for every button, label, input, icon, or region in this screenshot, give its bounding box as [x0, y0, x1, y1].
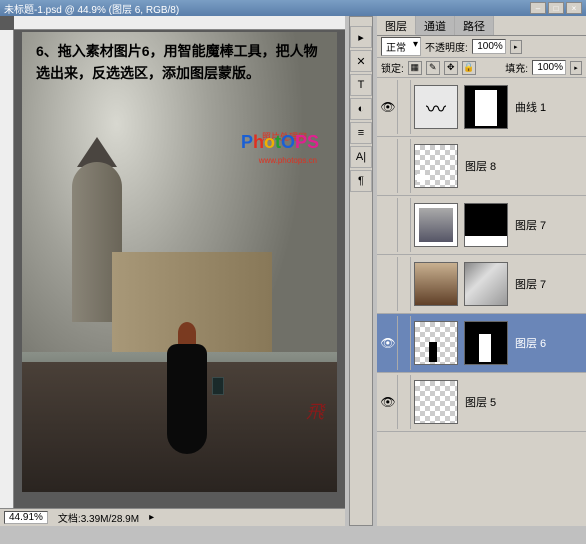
close-button[interactable]: ×: [566, 2, 582, 14]
layer-mask-thumb[interactable]: [464, 203, 508, 247]
lock-label: 锁定:: [381, 60, 404, 75]
layer-thumb[interactable]: [414, 144, 458, 188]
lock-move-icon[interactable]: ✥: [444, 61, 458, 75]
layer-row[interactable]: 图层 8: [377, 137, 586, 196]
layer-name[interactable]: 图层 7: [515, 276, 546, 292]
minimize-button[interactable]: –: [530, 2, 546, 14]
doc-size: 文档:3.39M/28.9M: [58, 510, 139, 525]
toolstrip: ▸ ✕ T ◐ ≡ A| ¶: [349, 16, 373, 526]
layer-thumb[interactable]: [414, 321, 458, 365]
lock-all-icon[interactable]: 🔒: [462, 61, 476, 75]
fill-label: 填充:: [505, 60, 528, 75]
tool-7[interactable]: ¶: [350, 170, 372, 192]
link-column[interactable]: [397, 257, 411, 311]
opacity-arrow-icon[interactable]: ▸: [510, 40, 522, 54]
castle-graphic: [42, 162, 242, 362]
tool-6[interactable]: A|: [350, 146, 372, 168]
blend-mode-dropdown[interactable]: 正常: [381, 37, 421, 56]
link-column[interactable]: [397, 139, 411, 193]
logo-url: www.photops.cn: [259, 156, 317, 165]
layer-name[interactable]: 图层 7: [515, 217, 546, 233]
layer-row[interactable]: 图层 7: [377, 196, 586, 255]
canvas-area: 6、拖入素材图片6，用智能魔棒工具，把人物选出来，反选选区，添加图层蒙版。 照片…: [0, 16, 345, 526]
layers-list: 👁 〰 曲线 1 图层 8 图层 7: [377, 78, 586, 526]
lock-transparent-icon[interactable]: ▦: [408, 61, 422, 75]
fill-input[interactable]: 100%: [532, 60, 566, 75]
tool-1[interactable]: ▸: [350, 26, 372, 48]
visibility-eye-icon[interactable]: 👁: [380, 395, 395, 409]
layer-row-selected[interactable]: 👁 图层 6: [377, 314, 586, 373]
document-title: 未标题-1.psd @ 44.9% (图层 6, RGB/8): [4, 1, 179, 16]
link-column[interactable]: [397, 375, 411, 429]
figure-graphic: [162, 322, 212, 462]
opacity-label: 不透明度:: [425, 39, 468, 54]
statusbar-arrow-icon[interactable]: ▸: [149, 512, 154, 523]
layer-row[interactable]: 👁 〰 曲线 1: [377, 78, 586, 137]
layer-row[interactable]: 👁 图层 5: [377, 373, 586, 432]
ruler-horizontal: [14, 16, 345, 30]
canvas[interactable]: 6、拖入素材图片6，用智能魔棒工具，把人物选出来，反选选区，添加图层蒙版。 照片…: [14, 30, 345, 508]
document-titlebar: 未标题-1.psd @ 44.9% (图层 6, RGB/8) – □ ×: [0, 0, 586, 16]
window-controls: – □ ×: [530, 2, 582, 14]
visibility-eye-icon[interactable]: 👁: [380, 336, 395, 350]
layer-mask-thumb[interactable]: [464, 85, 508, 129]
zoom-level[interactable]: 44.91%: [4, 511, 48, 524]
link-column[interactable]: [397, 198, 411, 252]
panel-tabs: 图层 通道 路径: [377, 16, 586, 36]
logo: PhotOPS: [241, 132, 319, 153]
layer-name[interactable]: 图层 8: [465, 158, 496, 174]
document: 6、拖入素材图片6，用智能魔棒工具，把人物选出来，反选选区，添加图层蒙版。 照片…: [22, 32, 337, 492]
seal-graphic: 飛: [297, 402, 327, 462]
layer-mask-thumb[interactable]: [464, 262, 508, 306]
layer-thumb[interactable]: [414, 262, 458, 306]
visibility-eye-icon[interactable]: 👁: [380, 100, 395, 114]
lock-row: 锁定: ▦ ✎ ✥ 🔒 填充: 100% ▸: [377, 58, 586, 78]
opacity-input[interactable]: 100%: [472, 39, 506, 54]
panel-options-row: 正常 不透明度: 100% ▸: [377, 36, 586, 58]
maximize-button[interactable]: □: [548, 2, 564, 14]
layer-thumb[interactable]: [414, 380, 458, 424]
tool-5[interactable]: ≡: [350, 122, 372, 144]
layer-mask-thumb[interactable]: [464, 321, 508, 365]
layer-row[interactable]: 图层 7: [377, 255, 586, 314]
layer-name[interactable]: 曲线 1: [515, 99, 546, 115]
instruction-text: 6、拖入素材图片6，用智能魔棒工具，把人物选出来，反选选区，添加图层蒙版。: [36, 40, 323, 85]
layer-name[interactable]: 图层 6: [515, 335, 546, 351]
tab-paths[interactable]: 路径: [455, 16, 494, 35]
ruler-vertical: [0, 30, 14, 508]
layers-panel: 图层 通道 路径 正常 不透明度: 100% ▸ 锁定: ▦ ✎ ✥ 🔒 填充:…: [377, 16, 586, 526]
layer-name[interactable]: 图层 5: [465, 394, 496, 410]
lock-brush-icon[interactable]: ✎: [426, 61, 440, 75]
tab-channels[interactable]: 通道: [416, 16, 455, 35]
link-column[interactable]: [397, 316, 411, 370]
tab-layers[interactable]: 图层: [377, 16, 416, 35]
fill-arrow-icon[interactable]: ▸: [570, 61, 582, 75]
curves-adjustment-icon: 〰: [414, 85, 458, 129]
link-column[interactable]: [397, 80, 411, 134]
tool-2[interactable]: ✕: [350, 50, 372, 72]
statusbar: 44.91% 文档:3.39M/28.9M ▸: [0, 508, 345, 526]
layer-thumb[interactable]: [414, 203, 458, 247]
tool-4[interactable]: ◐: [350, 98, 372, 120]
tool-3[interactable]: T: [350, 74, 372, 96]
